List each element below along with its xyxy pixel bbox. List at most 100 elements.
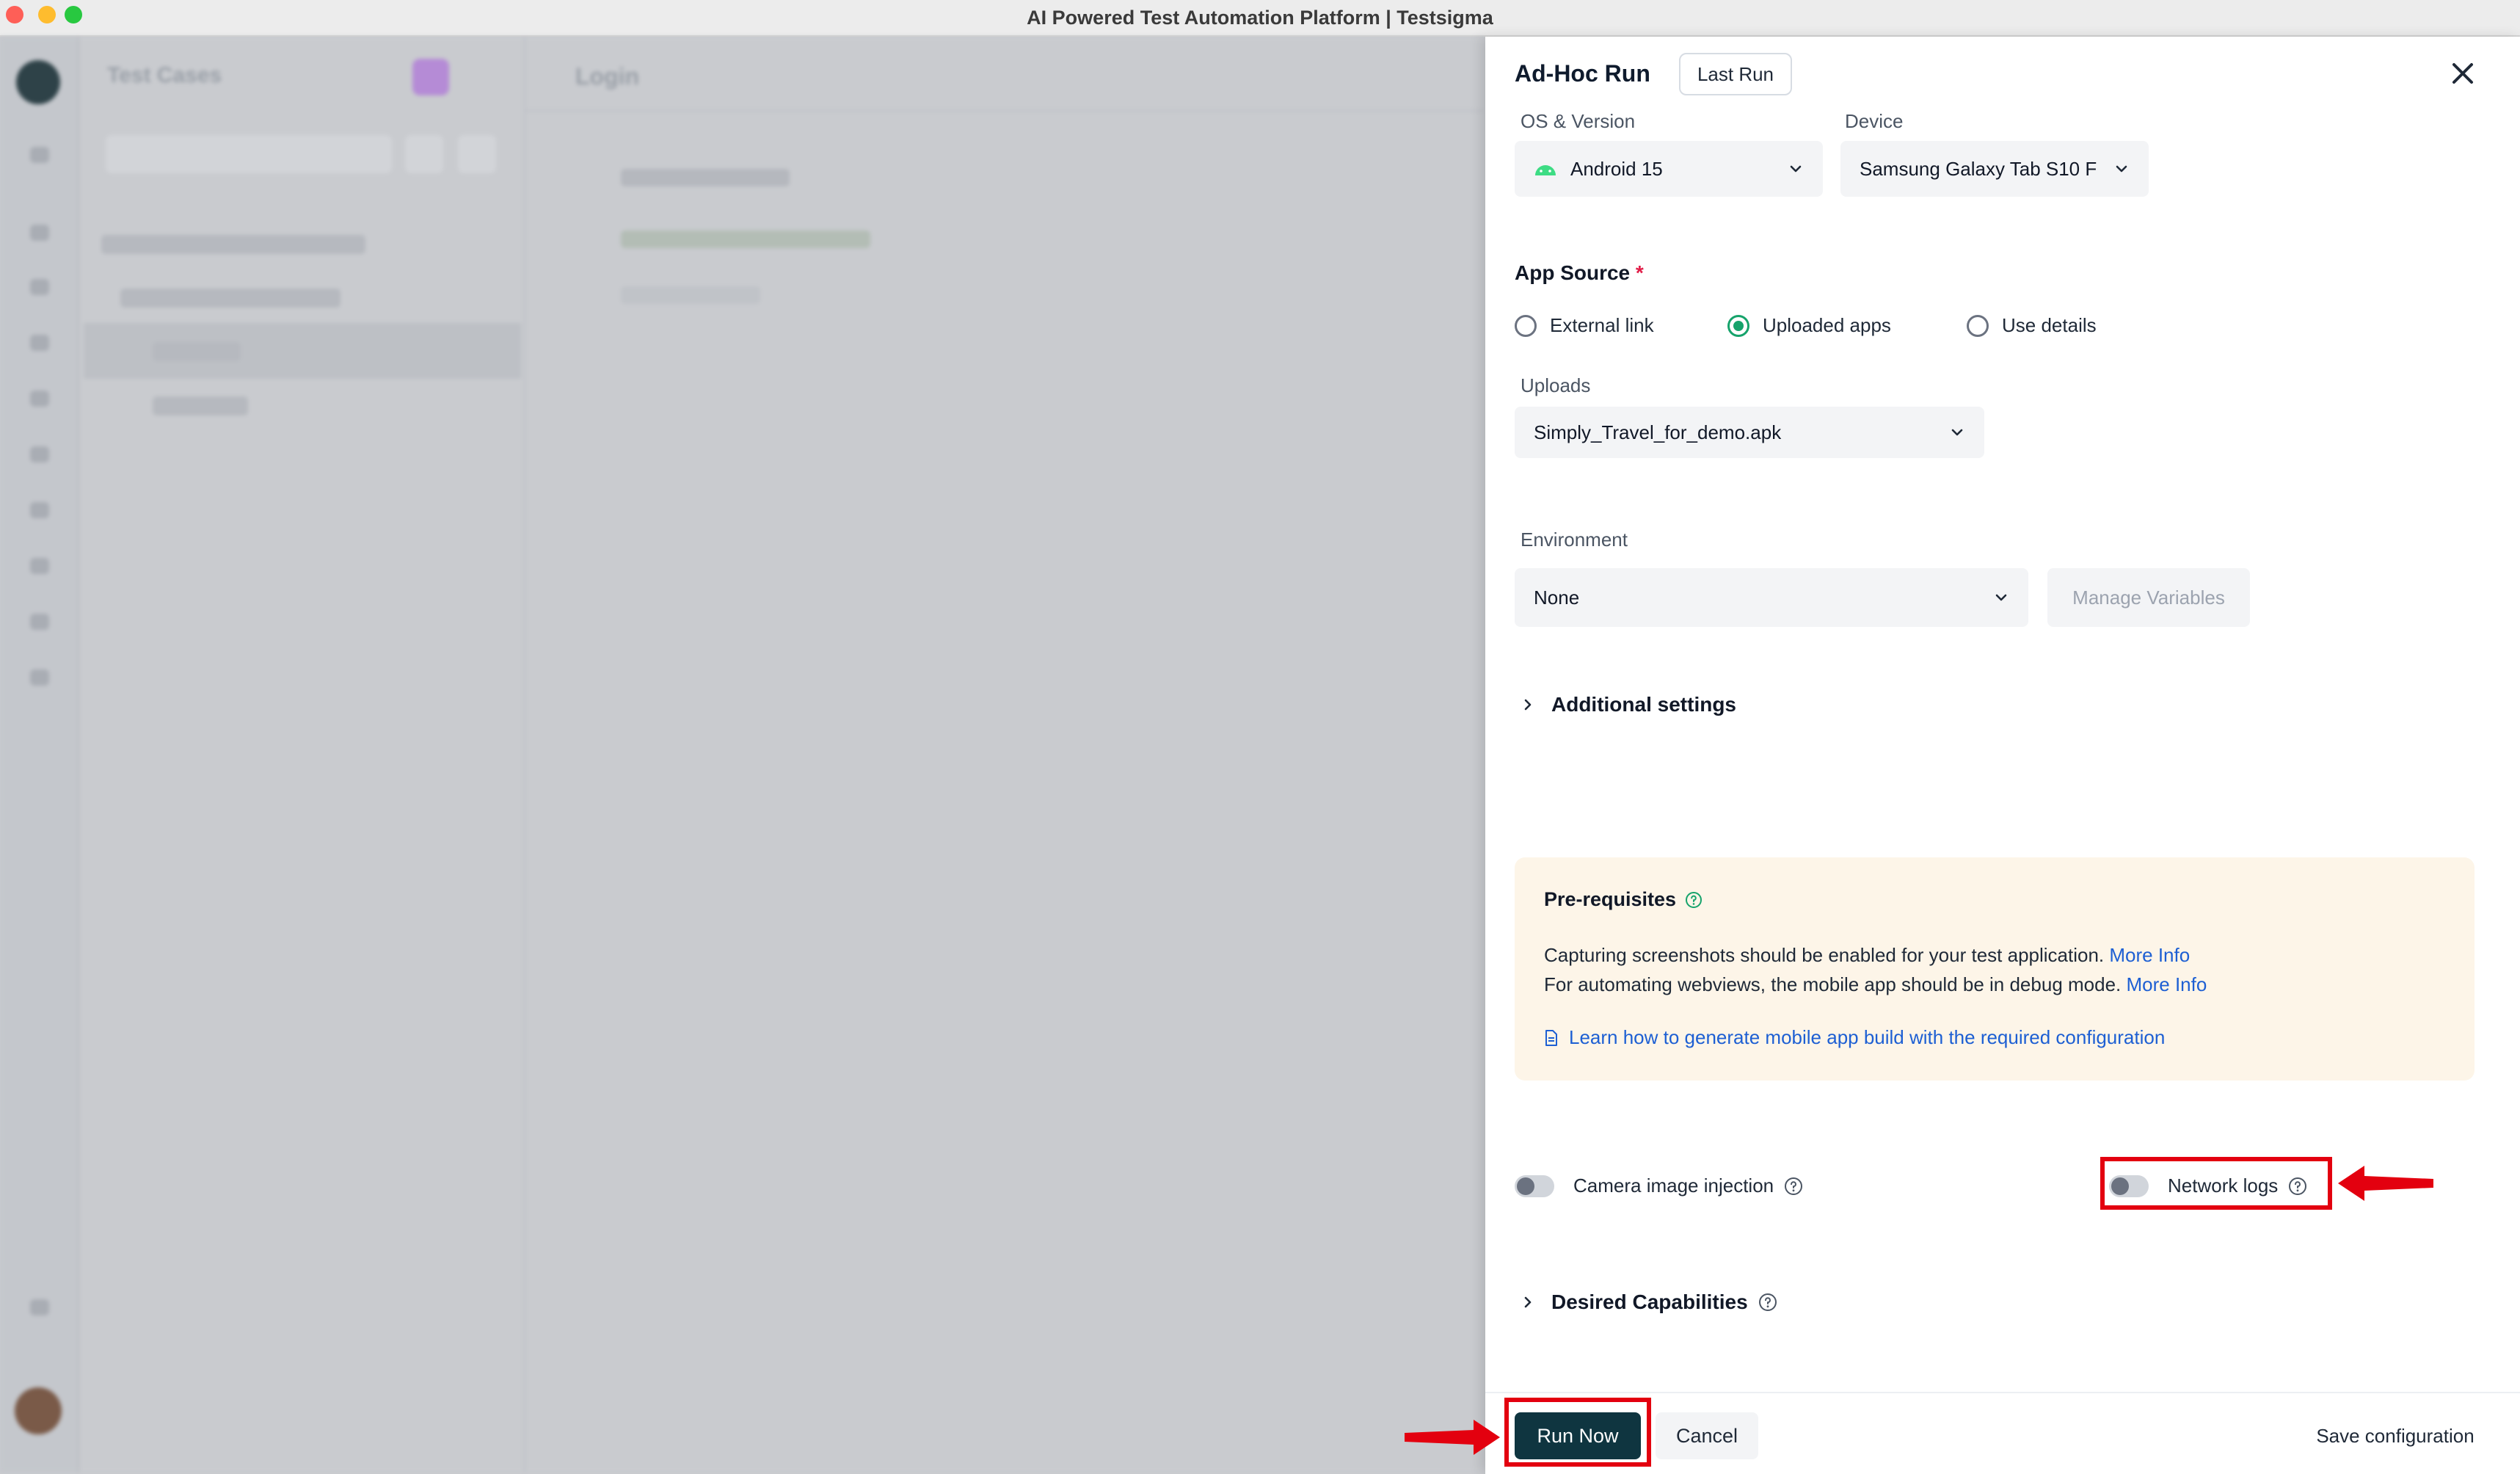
test-case-editor: Login xyxy=(525,37,1484,1473)
last-run-button[interactable]: Last Run xyxy=(1679,53,1792,95)
chevron-right-icon xyxy=(1524,699,1532,711)
add-step[interactable] xyxy=(621,286,760,304)
prerequisites-title-text: Pre-requisites xyxy=(1544,888,1677,910)
environment-select[interactable]: None xyxy=(1515,568,2028,627)
os-version-select[interactable]: Android 15 xyxy=(1515,141,1823,197)
prerequisite-line: Capturing screenshots should be enabled … xyxy=(1544,944,2190,967)
window-title: AI Powered Test Automation Platform | Te… xyxy=(1027,6,1493,29)
chevron-down-icon xyxy=(2116,165,2127,173)
build-guide-link[interactable]: Learn how to generate mobile app build w… xyxy=(1544,1026,2165,1049)
cancel-button[interactable]: Cancel xyxy=(1656,1412,1758,1459)
additional-settings-toggle[interactable]: Additional settings xyxy=(1521,693,1736,716)
radio-use-details[interactable]: Use details xyxy=(1967,314,2097,337)
chevron-right-icon xyxy=(1524,1296,1532,1308)
nav-icon[interactable] xyxy=(30,391,49,407)
more-info-link[interactable]: More Info xyxy=(2127,973,2207,995)
uploads-select[interactable]: Simply_Travel_for_demo.apk xyxy=(1515,407,1984,458)
nav-icon[interactable] xyxy=(30,502,49,518)
test-step[interactable] xyxy=(621,169,790,186)
radio-label: Uploaded apps xyxy=(1763,314,1891,336)
test-step[interactable] xyxy=(621,230,870,248)
app-source-label: App Source * xyxy=(1515,261,1644,285)
device-select[interactable]: Samsung Galaxy Tab S10 F xyxy=(1840,141,2149,197)
prerequisite-text: Capturing screenshots should be enabled … xyxy=(1544,944,2105,966)
tree-item[interactable] xyxy=(153,396,248,415)
chevron-down-icon xyxy=(1995,594,2007,601)
help-icon[interactable] xyxy=(1784,1177,1803,1196)
uploads-label: Uploads xyxy=(1521,374,1591,396)
radio-external-link[interactable]: External link xyxy=(1515,314,1654,337)
device-label: Device xyxy=(1845,110,1904,132)
additional-settings-label: Additional settings xyxy=(1551,693,1736,716)
os-version-value: Android 15 xyxy=(1570,157,1663,180)
tree-item[interactable] xyxy=(101,235,365,254)
test-case-tree: Test Cases xyxy=(79,37,525,1473)
background-app: Test Cases Login xyxy=(0,37,1484,1473)
prerequisites-title: Pre-requisites xyxy=(1544,888,1703,911)
nav-rail xyxy=(0,37,79,1473)
search-input[interactable] xyxy=(106,135,392,173)
window-titlebar: AI Powered Test Automation Platform | Te… xyxy=(0,0,2520,37)
nav-icon[interactable] xyxy=(30,225,49,241)
ad-hoc-run-drawer: Ad-Hoc Run Last Run OS & Version Device … xyxy=(1485,37,2520,1474)
prerequisites-panel: Pre-requisites Capturing screenshots sho… xyxy=(1515,857,2475,1081)
camera-image-injection-row: Camera image injection xyxy=(1515,1175,1803,1197)
required-marker: * xyxy=(1635,261,1644,284)
tree-item-selected[interactable] xyxy=(84,323,521,379)
nav-icon[interactable] xyxy=(30,335,49,351)
app-source-label-text: App Source xyxy=(1515,261,1631,284)
chevron-down-icon xyxy=(1951,429,1963,436)
prerequisite-text: For automating webviews, the mobile app … xyxy=(1544,973,2122,995)
arrow-right-annotation-icon xyxy=(1405,1420,1500,1455)
prerequisite-line: For automating webviews, the mobile app … xyxy=(1544,973,2207,996)
more-button[interactable] xyxy=(458,135,496,173)
radio-label: External link xyxy=(1550,314,1654,336)
desired-capabilities-label: Desired Capabilities xyxy=(1551,1290,1748,1313)
radio-button-selected[interactable] xyxy=(1727,314,1749,337)
device-value: Samsung Galaxy Tab S10 F xyxy=(1860,157,2097,180)
environment-value: None xyxy=(1534,586,1580,609)
drawer-title: Ad-Hoc Run xyxy=(1515,60,1650,87)
desired-capabilities-toggle[interactable]: Desired Capabilities xyxy=(1521,1290,1777,1314)
run-now-highlight xyxy=(1504,1398,1651,1467)
nav-icon[interactable] xyxy=(30,147,49,163)
close-icon[interactable] xyxy=(2448,59,2477,88)
manage-variables-button[interactable]: Manage Variables xyxy=(2047,568,2250,627)
add-button[interactable] xyxy=(405,135,443,173)
radio-uploaded-apps[interactable]: Uploaded apps xyxy=(1727,314,1891,337)
environment-label: Environment xyxy=(1521,529,1628,551)
nav-icon[interactable] xyxy=(30,614,49,630)
uploads-value: Simply_Travel_for_demo.apk xyxy=(1534,421,1782,443)
build-guide-link-text[interactable]: Learn how to generate mobile app build w… xyxy=(1569,1026,2165,1049)
more-info-link[interactable]: More Info xyxy=(2109,944,2190,966)
os-version-label: OS & Version xyxy=(1521,110,1636,132)
radio-button[interactable] xyxy=(1515,314,1537,337)
nav-icon[interactable] xyxy=(30,669,49,686)
help-icon[interactable] xyxy=(1685,891,1703,909)
maximize-window-button[interactable] xyxy=(65,6,82,23)
help-icon[interactable] xyxy=(1758,1293,1777,1312)
tree-item[interactable] xyxy=(153,342,241,361)
radio-button[interactable] xyxy=(1967,314,1989,337)
radio-label: Use details xyxy=(2002,314,2097,336)
android-icon xyxy=(1535,165,1556,175)
nav-icon[interactable] xyxy=(30,558,49,574)
save-configuration-button[interactable]: Save configuration xyxy=(2293,1412,2498,1459)
help-nav-icon[interactable] xyxy=(30,1299,49,1315)
nav-icon[interactable] xyxy=(30,279,49,295)
avatar[interactable] xyxy=(15,1387,62,1434)
nav-icon[interactable] xyxy=(30,446,49,462)
editor-title: Login xyxy=(575,63,640,90)
tree-item[interactable] xyxy=(120,288,341,308)
network-logs-highlight xyxy=(2100,1157,2332,1210)
camera-image-injection-toggle[interactable] xyxy=(1515,1175,1554,1197)
document-icon xyxy=(1545,1029,1557,1046)
minimize-window-button[interactable] xyxy=(38,6,56,23)
tree-title: Test Cases xyxy=(107,63,222,87)
arrow-left-annotation-icon xyxy=(2338,1166,2433,1201)
ai-assistant-icon[interactable] xyxy=(412,59,449,95)
chevron-down-icon xyxy=(1790,165,1802,173)
close-window-button[interactable] xyxy=(6,6,23,23)
camera-image-injection-label: Camera image injection xyxy=(1573,1175,1774,1197)
app-logo xyxy=(16,60,60,104)
